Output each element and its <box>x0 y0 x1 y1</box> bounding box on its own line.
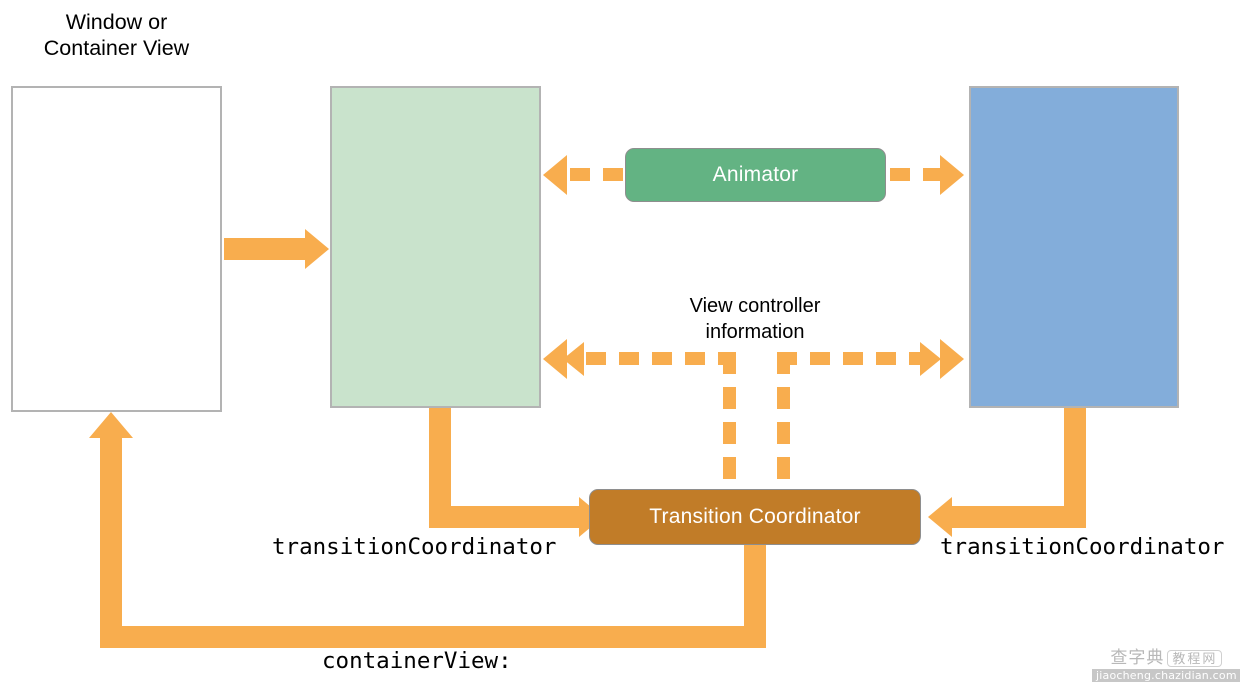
from-view-controller-box <box>330 86 541 408</box>
watermark-url: jiaocheng.chazidian.com <box>1092 669 1240 682</box>
container-view-arrowhead <box>89 412 133 438</box>
from-to-coordinator-vertical <box>429 408 451 506</box>
info-left-dashed-drop <box>723 352 736 492</box>
animator-to-from-arrowhead <box>543 155 567 195</box>
container-view-vertical <box>100 438 122 634</box>
animator-to-target-arrowhead <box>940 155 964 195</box>
from-to-coordinator-horizontal <box>429 506 584 528</box>
transition-coordinator-label: Transition Coordinator <box>649 505 861 528</box>
info-left-arrowhead-inner <box>563 342 584 376</box>
target-to-coordinator-vertical <box>1064 408 1086 506</box>
info-right-dashed-line <box>777 352 937 365</box>
animator-label: Animator <box>712 163 799 186</box>
animator-node[interactable]: Animator <box>625 148 886 202</box>
info-right-dashed-drop <box>777 352 790 492</box>
animator-right-dashed-line <box>890 168 946 181</box>
container-view-caption: containerView: <box>322 648 512 674</box>
animator-left-dashed-line <box>570 168 625 181</box>
target-to-coordinator-horizontal <box>952 506 1086 528</box>
view-controller-information-label: View controller information <box>689 295 821 343</box>
container-view-drop <box>744 545 766 627</box>
to-view-controller-box <box>969 86 1179 408</box>
watermark: 查字典 教程网 jiaocheng.chazidian.com <box>1092 650 1240 682</box>
watermark-pill-text: 教程网 <box>1167 650 1223 667</box>
transition-coordinator-node[interactable]: Transition Coordinator <box>589 489 921 545</box>
window-container-view-box <box>11 86 222 412</box>
container-view-horizontal <box>100 626 766 648</box>
window-to-from-arrow-shaft <box>224 238 309 260</box>
diagram-canvas: Window or Container View Animator View c… <box>0 0 1240 690</box>
window-container-title: Window or Container View <box>43 10 190 61</box>
watermark-cn-text: 查字典 <box>1110 648 1165 668</box>
window-to-from-arrowhead <box>305 229 329 269</box>
target-to-coordinator-arrowhead <box>928 497 952 537</box>
info-right-arrowhead-outer <box>940 339 964 379</box>
info-right-arrowhead-inner <box>920 342 941 376</box>
transition-coordinator-right-caption: transitionCoordinator <box>940 534 1225 560</box>
info-left-dashed-line <box>586 352 736 365</box>
watermark-top-row: 查字典 教程网 <box>1110 648 1223 668</box>
transition-coordinator-left-caption: transitionCoordinator <box>272 534 557 560</box>
